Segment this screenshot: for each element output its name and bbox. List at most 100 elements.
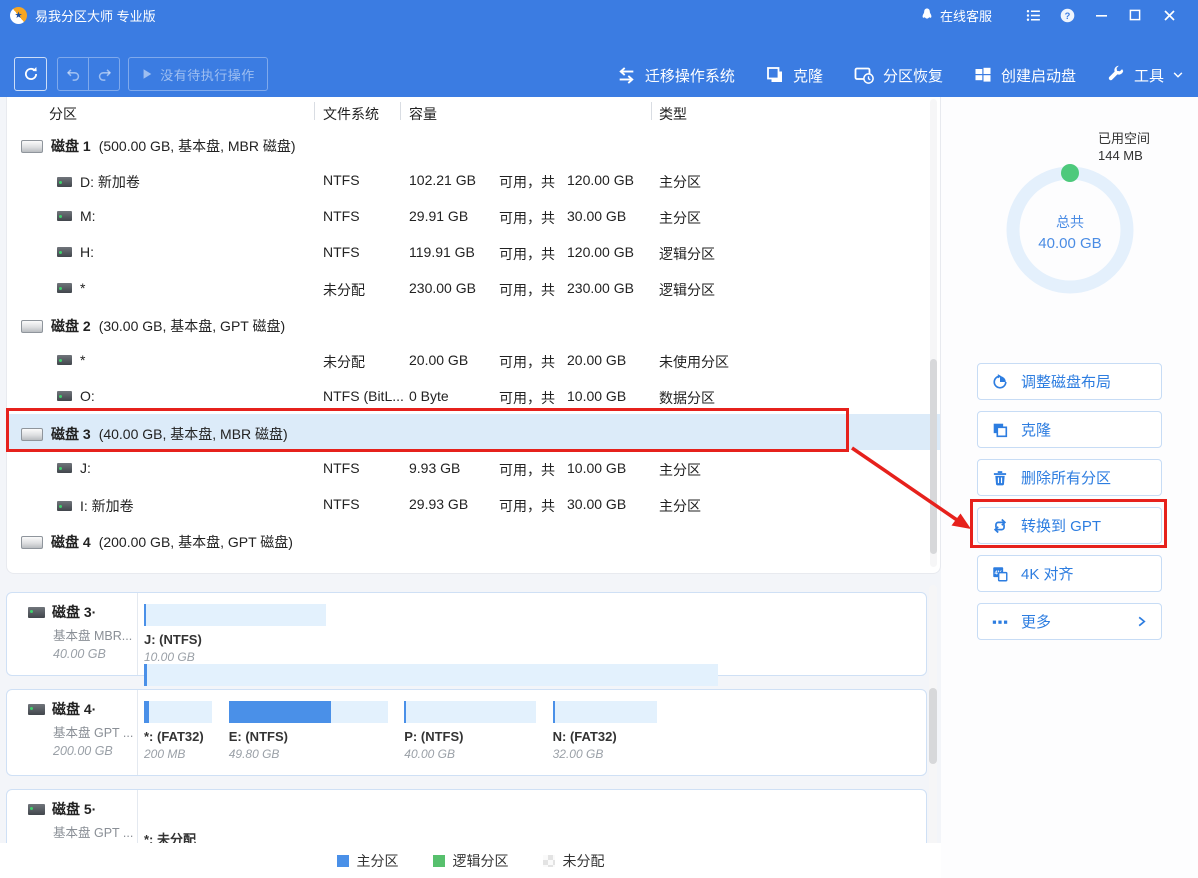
minimize-button[interactable]: [1084, 0, 1118, 30]
refresh-button[interactable]: [14, 57, 47, 91]
used-space-label-block: 已用空间 144 MB: [1098, 130, 1150, 164]
pending-operations-button[interactable]: 没有待执行操作: [128, 57, 268, 91]
filesystem-value: NTFS: [323, 244, 409, 260]
disk-row[interactable]: 磁盘 4 (200.00 GB, 基本盘, GPT 磁盘): [7, 522, 940, 558]
capacity-separator: 可用，共: [499, 496, 555, 516]
partition-row[interactable]: H: NTFS 119.91 GB 可用，共 120.00 GB 逻辑分区: [7, 234, 940, 270]
disk-map-panel[interactable]: 磁盘 4· 基本盘 GPT ... 200.00 GB *: (FAT32) 2…: [6, 689, 927, 776]
toolbar-actions: 迁移操作系统 克隆 分区恢复: [616, 57, 1184, 93]
partition-row[interactable]: J: NTFS 9.93 GB 可用，共 10.00 GB 主分区: [7, 450, 940, 486]
redo-button[interactable]: [88, 58, 119, 90]
partition-bar-block[interactable]: *: 未分配: [144, 801, 912, 848]
column-divider: [400, 102, 401, 120]
disk-map-size: 200.00 GB: [53, 744, 137, 758]
partition-row[interactable]: * 未分配 20.00 GB 可用，共 20.00 GB 未使用分区: [7, 342, 940, 378]
toolbar-action-label: 工具: [1134, 65, 1164, 86]
partition-recovery-icon: [853, 65, 875, 85]
list-icon: [1025, 7, 1042, 24]
partition-type: 数据分区: [659, 388, 715, 408]
app-title: 易我分区大师 专业版: [35, 6, 156, 25]
disk-row-selected[interactable]: 磁盘 3 (40.00 GB, 基本盘, MBR 磁盘): [7, 414, 940, 450]
partition-row[interactable]: I: 新加卷 NTFS 29.93 GB 可用，共 30.00 GB 主分区: [7, 486, 940, 522]
partition-icon: [57, 501, 72, 511]
sidebar-button-label: 删除所有分区: [1021, 467, 1111, 488]
used-space-label: 已用空间: [1098, 130, 1150, 147]
partition-bar-block[interactable]: *: (FAT32) 200 MB: [144, 701, 212, 761]
partition-bar-block[interactable]: P: (NTFS) 40.00 GB: [404, 701, 536, 761]
clone-button[interactable]: 克隆: [765, 65, 823, 86]
partition-bar-block[interactable]: E: (NTFS) 49.80 GB: [229, 701, 388, 761]
partition-bar-block[interactable]: J: (NTFS) 10.00 GB: [144, 604, 326, 664]
disk-row[interactable]: 磁盘 2 (30.00 GB, 基本盘, GPT 磁盘): [7, 306, 940, 342]
bar-used: [229, 701, 331, 723]
create-bootable-disk-button[interactable]: 创建启动盘: [973, 65, 1076, 86]
partition-row[interactable]: D: 新加卷 NTFS 102.21 GB 可用，共 120.00 GB 主分区: [7, 162, 940, 198]
disk-icon: [28, 607, 45, 618]
more-button[interactable]: 更多: [977, 603, 1162, 640]
online-service-button[interactable]: 在线客服: [919, 6, 992, 25]
clone-icon: [991, 421, 1009, 439]
table-scrollbar-thumb[interactable]: [930, 359, 937, 554]
redo-icon: [96, 66, 113, 83]
capacity-total: 120.00 GB: [567, 172, 634, 188]
diskmap-scrollbar-thumb[interactable]: [929, 688, 937, 764]
operations-list-button[interactable]: [1016, 0, 1050, 30]
disk-name: 磁盘 2: [51, 316, 91, 336]
partition-bars: J: (NTFS) 10.00 GB I: 新加卷 (NTFS) 30.00 G…: [138, 593, 926, 675]
undo-button[interactable]: [58, 58, 88, 90]
sidebar-button-label: 更多: [1021, 611, 1123, 632]
close-icon: [1163, 9, 1176, 22]
disk-info: (500.00 GB, 基本盘, MBR 磁盘): [99, 136, 296, 156]
bar-used: [144, 604, 146, 626]
partition-type: 逻辑分区: [659, 244, 715, 264]
partition-name: D: 新加卷: [80, 172, 140, 192]
adjust-disk-layout-button[interactable]: 调整磁盘布局: [977, 363, 1162, 400]
app-logo-icon: ★: [10, 7, 27, 24]
capacity-separator: 可用，共: [499, 460, 555, 480]
unallocated-swatch: [543, 855, 555, 867]
partition-row[interactable]: * 未分配 230.00 GB 可用，共 230.00 GB 逻辑分区: [7, 270, 940, 306]
partition-type: 未使用分区: [659, 352, 729, 372]
close-button[interactable]: [1152, 0, 1186, 30]
disk-map-panel[interactable]: 磁盘 3· 基本盘 MBR... 40.00 GB J: (NTFS) 10.0…: [6, 592, 927, 676]
partition-row[interactable]: O: NTFS (BitL... 0 Byte 可用，共 10.00 GB 数据…: [7, 378, 940, 414]
filesystem-value: 未分配: [323, 280, 409, 300]
capacity-available: 102.21 GB: [409, 172, 476, 188]
clone-disk-button[interactable]: 克隆: [977, 411, 1162, 448]
convert-to-gpt-button[interactable]: 转换到 GPT: [977, 507, 1162, 544]
bootable-disk-icon: [973, 65, 993, 85]
delete-all-partitions-button[interactable]: 删除所有分区: [977, 459, 1162, 496]
partition-bar-block[interactable]: N: (FAT32) 32.00 GB: [553, 701, 658, 761]
chevron-down-icon: [1172, 69, 1184, 81]
capacity-separator: 可用，共: [499, 280, 555, 300]
disk-row[interactable]: 磁盘 1 (500.00 GB, 基本盘, MBR 磁盘): [7, 126, 940, 162]
partition-bar-size: 49.80 GB: [229, 747, 388, 761]
disk-info: (200.00 GB, 基本盘, GPT 磁盘): [99, 532, 293, 552]
capacity-total: 120.00 GB: [567, 244, 634, 260]
partition-type: 主分区: [659, 460, 701, 480]
capacity-total: 20.00 GB: [567, 352, 626, 368]
partition-name: H:: [80, 244, 94, 260]
adjust-layout-icon: [991, 373, 1009, 391]
partition-icon: [57, 177, 72, 187]
capacity-total: 230.00 GB: [567, 280, 634, 296]
legend-label: 未分配: [563, 851, 605, 871]
4k-align-icon: 4K: [991, 565, 1009, 583]
bar-used: [553, 701, 555, 723]
migrate-os-button[interactable]: 迁移操作系统: [616, 65, 735, 86]
sidebar-button-label: 克隆: [1021, 419, 1051, 440]
disk-icon: [21, 428, 43, 441]
unallocated-bar: [144, 801, 912, 823]
partition-row[interactable]: M: NTFS 29.91 GB 可用，共 30.00 GB 主分区: [7, 198, 940, 234]
toolbar-action-label: 迁移操作系统: [645, 65, 735, 86]
disk-name: 磁盘 1: [51, 136, 91, 156]
partition-bar: [144, 701, 212, 723]
tools-button[interactable]: 工具: [1106, 65, 1184, 86]
bar-used: [144, 701, 149, 723]
4k-align-button[interactable]: 4K 4K 对齐: [977, 555, 1162, 592]
maximize-button[interactable]: [1118, 0, 1152, 30]
partition-recovery-button[interactable]: 分区恢复: [853, 65, 943, 86]
legend-item-logical: 逻辑分区: [433, 851, 509, 871]
partition-type: 主分区: [659, 172, 701, 192]
help-button[interactable]: ?: [1050, 0, 1084, 30]
